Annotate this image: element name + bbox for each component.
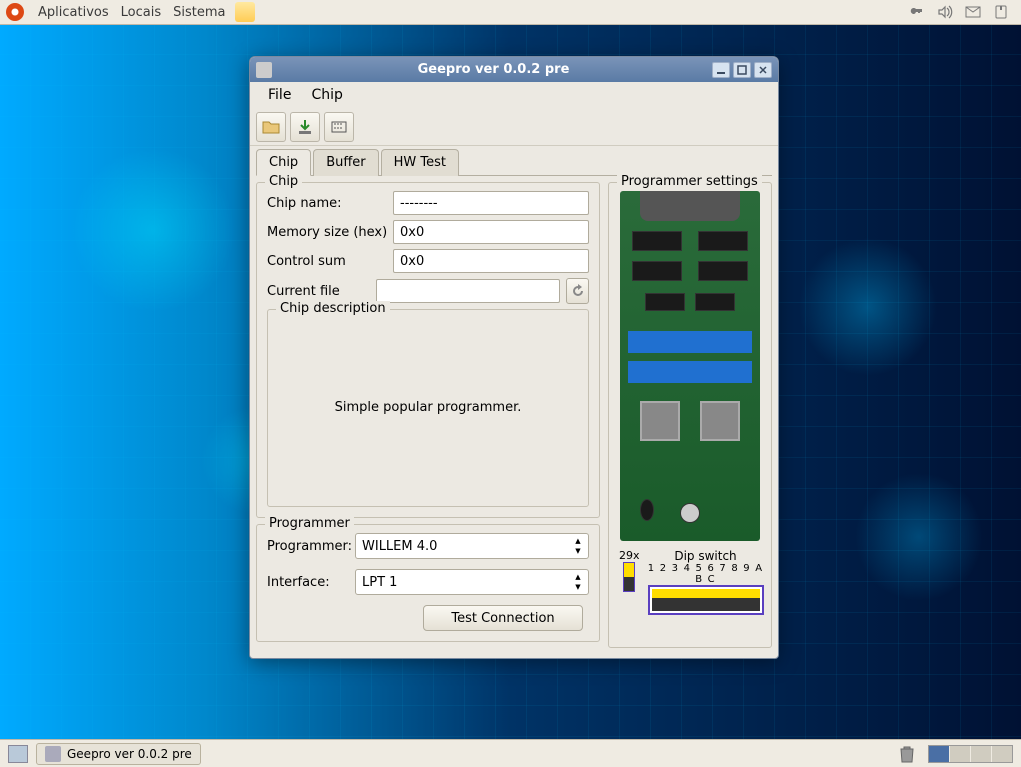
workspace-3[interactable] [971,746,991,762]
programmer-board-image [620,191,760,541]
test-connection-button[interactable]: Test Connection [423,605,583,631]
chip-group: Chip Chip name: Memory size (hex) Contro… [256,182,600,518]
config-button[interactable] [324,112,354,142]
chip-legend: Chip [265,174,302,189]
menubar: File Chip [250,82,778,108]
show-desktop-button[interactable] [8,745,28,763]
menu-file[interactable]: File [258,85,301,105]
refresh-button[interactable] [566,278,589,304]
tab-buffer[interactable]: Buffer [313,149,378,176]
jumper-visual [623,562,635,592]
chip-description-text: Simple popular programmer. [278,318,578,496]
workspace-2[interactable] [950,746,970,762]
toolbar [250,108,778,146]
window-title: Geepro ver 0.0.2 pre [278,62,709,77]
tab-hwtest[interactable]: HW Test [381,149,459,176]
workspace-4[interactable] [992,746,1012,762]
programmer-select[interactable]: WILLEM 4.0 ▲▼ [355,533,589,559]
dip-switch-label: Dip switch [648,549,764,563]
bottom-panel: Geepro ver 0.0.2 pre [0,739,1021,767]
menu-places[interactable]: Locais [115,5,167,20]
minimize-button[interactable] [712,62,730,78]
current-file-label: Current file [267,284,376,299]
maximize-button[interactable] [733,62,751,78]
menu-applications[interactable]: Aplicativos [32,5,115,20]
dip-switch-visual [648,585,764,615]
chip-description-group: Chip description Simple popular programm… [267,309,589,507]
trash-icon[interactable] [898,744,918,764]
window-app-icon [256,62,272,78]
menu-chip[interactable]: Chip [301,85,352,105]
tab-bar: Chip Buffer HW Test [256,148,772,176]
chip-name-input[interactable] [393,191,589,215]
programmer-label: Programmer: [267,539,355,554]
interface-select[interactable]: LPT 1 ▲▼ [355,569,589,595]
volume-icon[interactable] [937,4,953,20]
workspace-1[interactable] [929,746,949,762]
tab-chip[interactable]: Chip [256,149,311,176]
chip-name-label: Chip name: [267,196,393,211]
jumper-label: 29x [619,549,640,562]
programmer-legend: Programmer [265,516,354,531]
save-button[interactable] [290,112,320,142]
workspace-switcher[interactable] [928,745,1013,763]
taskbar-window-title: Geepro ver 0.0.2 pre [67,747,192,761]
titlebar[interactable]: Geepro ver 0.0.2 pre [250,57,778,82]
control-sum-input[interactable] [393,249,589,273]
programmer-settings-legend: Programmer settings [617,174,762,189]
control-sum-label: Control sum [267,254,393,269]
mail-icon[interactable] [965,4,981,20]
keys-icon[interactable] [909,4,925,20]
app-window: Geepro ver 0.0.2 pre File Chip Chip Buff… [249,56,779,659]
top-panel: Aplicativos Locais Sistema [0,0,1021,25]
dip-switch-numbers: 1 2 3 4 5 6 7 8 9 A B C [648,563,764,585]
taskbar-app-icon [45,746,61,762]
programmer-value: WILLEM 4.0 [362,539,437,554]
chip-description-legend: Chip description [276,301,390,316]
taskbar-window-item[interactable]: Geepro ver 0.0.2 pre [36,743,201,765]
interface-label: Interface: [267,575,355,590]
interface-value: LPT 1 [362,575,397,590]
shutdown-icon[interactable] [993,4,1009,20]
current-file-input[interactable] [376,279,560,303]
programmer-group: Programmer Programmer: WILLEM 4.0 ▲▼ Int… [256,524,600,642]
launcher-icon[interactable] [235,2,255,22]
ubuntu-logo-icon[interactable] [6,3,24,21]
memory-size-label: Memory size (hex) [267,225,393,240]
programmer-settings-group: Programmer settings [608,182,772,648]
menu-system[interactable]: Sistema [167,5,231,20]
open-button[interactable] [256,112,286,142]
memory-size-input[interactable] [393,220,589,244]
close-button[interactable] [754,62,772,78]
